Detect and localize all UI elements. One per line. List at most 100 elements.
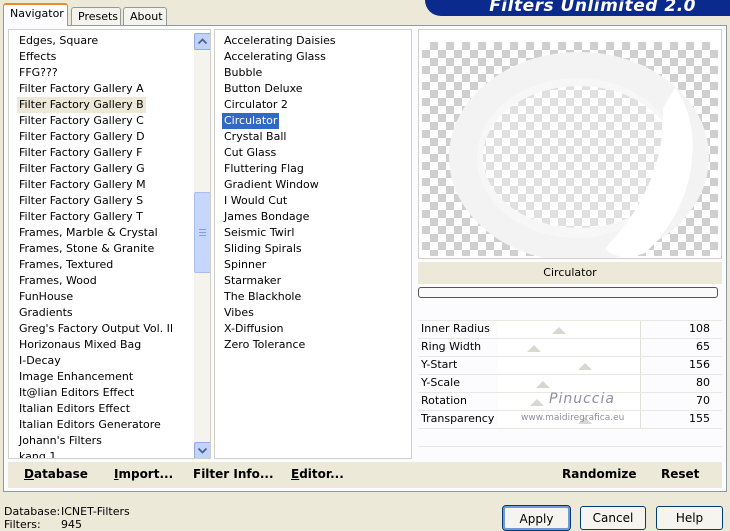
tab-label: Navigator bbox=[10, 7, 64, 20]
param-value: 155 bbox=[689, 412, 710, 425]
filter-item[interactable]: Button Deluxe bbox=[222, 81, 402, 97]
slider-end-tick bbox=[640, 393, 641, 410]
tab-navigator[interactable]: Navigator bbox=[3, 3, 68, 26]
filter-item[interactable]: Accelerating Daisies bbox=[222, 33, 402, 49]
category-list[interactable]: Edges, Square Effects FFG??? Filter Fact… bbox=[8, 29, 211, 459]
param-label: Rotation bbox=[421, 394, 468, 407]
scroll-up-button[interactable] bbox=[194, 33, 210, 50]
category-item[interactable]: kang 1 bbox=[17, 449, 192, 458]
param-value: 65 bbox=[696, 340, 710, 353]
param-slider-marker[interactable] bbox=[530, 399, 545, 406]
param-slider-track[interactable] bbox=[498, 375, 641, 392]
filter-item[interactable]: Starmaker bbox=[222, 273, 402, 289]
editor-button[interactable]: Editor... bbox=[291, 467, 344, 481]
filter-item[interactable]: Zero Tolerance bbox=[222, 337, 402, 353]
param-value: 70 bbox=[696, 394, 710, 407]
category-item[interactable]: Image Enhancement bbox=[17, 369, 192, 385]
category-item[interactable]: Filter Factory Gallery D bbox=[17, 129, 192, 145]
category-item[interactable]: FunHouse bbox=[17, 289, 192, 305]
category-item[interactable]: Effects bbox=[17, 49, 192, 65]
filter-item[interactable]: X-Diffusion bbox=[222, 321, 402, 337]
app-title: Filters Unlimited 2.0 bbox=[489, 0, 696, 16]
filter-item[interactable]: Cut Glass bbox=[222, 145, 402, 161]
category-item[interactable]: It@lian Editors Effect bbox=[17, 385, 192, 401]
category-item[interactable]: Filter Factory Gallery T bbox=[17, 209, 192, 225]
category-item[interactable]: Filter Factory Gallery C bbox=[17, 113, 192, 129]
category-item[interactable]: Frames, Marble & Crystal bbox=[17, 225, 192, 241]
filter-list[interactable]: Accelerating Daisies Accelerating Glass … bbox=[214, 29, 412, 459]
category-item[interactable]: I-Decay bbox=[17, 353, 192, 369]
param-slider-marker[interactable] bbox=[527, 345, 542, 352]
category-item[interactable]: Italian Editors Generatore bbox=[17, 417, 192, 433]
slider-end-tick bbox=[640, 375, 641, 392]
cancel-button[interactable]: Cancel bbox=[580, 506, 646, 530]
filters-count-value: 945 bbox=[61, 518, 82, 531]
filter-item[interactable]: Spinner bbox=[222, 257, 402, 273]
category-item[interactable]: Horizonaus Mixed Bag bbox=[17, 337, 192, 353]
scroll-down-button[interactable] bbox=[194, 442, 210, 458]
randomize-button[interactable]: Randomize bbox=[562, 467, 636, 481]
param-value: 108 bbox=[689, 322, 710, 335]
database-button[interactable]: Database bbox=[24, 467, 88, 481]
filter-item[interactable]: Circulator 2 bbox=[222, 97, 402, 113]
import-button[interactable]: Import... bbox=[114, 467, 173, 481]
param-label: Transparency bbox=[421, 412, 495, 425]
filter-item[interactable]: James Bondage bbox=[222, 209, 402, 225]
category-item[interactable]: Italian Editors Effect bbox=[17, 401, 192, 417]
category-item[interactable]: Filter Factory Gallery S bbox=[17, 193, 192, 209]
param-row[interactable]: Y-Start 156 bbox=[418, 356, 722, 374]
param-slider-track[interactable] bbox=[498, 339, 641, 356]
param-row[interactable]: Y-Scale 80 bbox=[418, 374, 722, 392]
reset-button[interactable]: Reset bbox=[661, 467, 699, 481]
param-row[interactable]: Inner Radius 108 bbox=[418, 320, 722, 338]
filter-item[interactable]: Accelerating Glass bbox=[222, 49, 402, 65]
category-item[interactable]: FFG??? bbox=[17, 65, 192, 81]
filter-item[interactable]: Crystal Ball bbox=[222, 129, 402, 145]
bottom-button-bar: Database Import... Filter Info... Editor… bbox=[8, 462, 722, 488]
category-item[interactable]: Frames, Stone & Granite bbox=[17, 241, 192, 257]
param-slider-marker[interactable] bbox=[535, 381, 550, 388]
category-item[interactable]: Frames, Textured bbox=[17, 257, 192, 273]
filter-item[interactable]: Sliding Spirals bbox=[222, 241, 402, 257]
filter-item-selected[interactable]: Circulator bbox=[222, 113, 402, 129]
filter-item[interactable]: Seismic Twirl bbox=[222, 225, 402, 241]
grip-icon bbox=[199, 229, 206, 236]
filter-item[interactable]: Gradient Window bbox=[222, 177, 402, 193]
help-button[interactable]: Help bbox=[656, 506, 723, 530]
filter-preview bbox=[418, 29, 722, 259]
param-label: Ring Width bbox=[421, 340, 482, 353]
category-item[interactable]: Johann's Filters bbox=[17, 433, 192, 449]
tab-label: Presets bbox=[78, 10, 119, 23]
category-item[interactable]: Frames, Wood bbox=[17, 273, 192, 289]
category-item[interactable]: Gradients bbox=[17, 305, 192, 321]
filter-item[interactable]: I Would Cut bbox=[222, 193, 402, 209]
param-slider-marker[interactable] bbox=[551, 327, 566, 334]
apply-label: Apply bbox=[519, 512, 554, 526]
slider-end-tick bbox=[640, 321, 641, 338]
scroll-thumb[interactable] bbox=[194, 192, 210, 273]
param-row[interactable]: Ring Width 65 bbox=[418, 338, 722, 356]
category-item[interactable]: Greg's Factory Output Vol. II bbox=[17, 321, 192, 337]
filter-info-button[interactable]: Filter Info... bbox=[193, 467, 274, 481]
apply-button[interactable]: Apply bbox=[502, 505, 571, 531]
category-item[interactable]: Filter Factory Gallery G bbox=[17, 161, 192, 177]
param-slider-track[interactable] bbox=[498, 357, 641, 374]
category-item[interactable]: Filter Factory Gallery A bbox=[17, 81, 192, 97]
filter-item[interactable]: Bubble bbox=[222, 65, 402, 81]
filter-item[interactable]: Fluttering Flag bbox=[222, 161, 402, 177]
category-item[interactable]: Filter Factory Gallery M bbox=[17, 177, 192, 193]
filter-item[interactable]: The Blackhole bbox=[222, 289, 402, 305]
watermark-url: www.maidiregrafica.eu bbox=[521, 413, 625, 423]
category-scrollbar[interactable] bbox=[194, 33, 210, 458]
param-value: 80 bbox=[696, 376, 710, 389]
tab-presets[interactable]: Presets bbox=[71, 7, 121, 25]
category-item[interactable]: Filter Factory Gallery F bbox=[17, 145, 192, 161]
category-item[interactable]: Edges, Square bbox=[17, 33, 192, 49]
param-label: Inner Radius bbox=[421, 322, 490, 335]
tab-about[interactable]: About bbox=[123, 7, 167, 25]
category-item-selected[interactable]: Filter Factory Gallery B bbox=[17, 97, 192, 113]
database-value: ICNET-Filters bbox=[61, 505, 130, 518]
param-slider-marker[interactable] bbox=[578, 363, 593, 370]
filter-item[interactable]: Vibes bbox=[222, 305, 402, 321]
param-slider-track[interactable] bbox=[498, 321, 641, 338]
